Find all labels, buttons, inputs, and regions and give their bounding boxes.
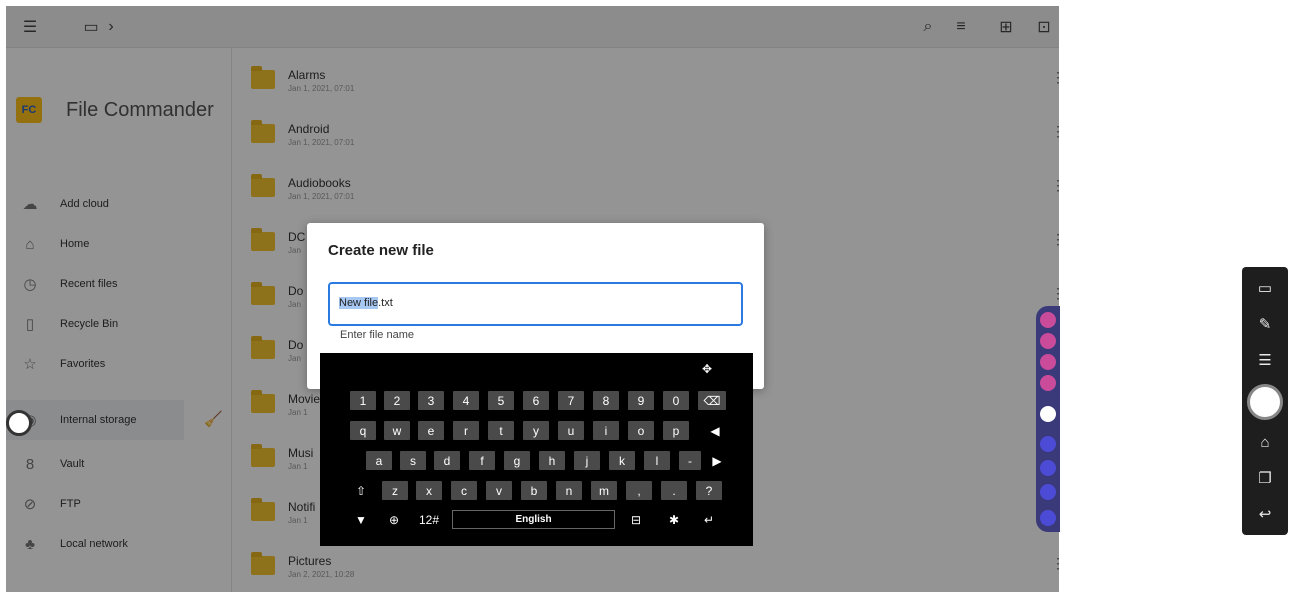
key[interactable]: i — [593, 421, 619, 440]
file-commander-window: ☰ ▭ › ⌕ ≡ ⊞ ⊡ FC File Commander ☁ Add cl… — [6, 6, 1059, 592]
key[interactable]: v — [486, 481, 512, 500]
key[interactable]: . — [661, 481, 687, 500]
key[interactable]: d — [434, 451, 460, 470]
key[interactable]: l — [644, 451, 670, 470]
windows-icon[interactable] — [1040, 484, 1056, 500]
key[interactable]: 5 — [488, 391, 514, 410]
key[interactable]: x — [416, 481, 442, 500]
back-icon[interactable]: ↩ — [1242, 499, 1288, 529]
key[interactable]: ? — [696, 481, 722, 500]
key[interactable]: o — [628, 421, 654, 440]
key[interactable]: p — [663, 421, 689, 440]
key[interactable]: w — [384, 421, 410, 440]
key[interactable]: u — [558, 421, 584, 440]
move-keyboard-icon[interactable]: ✥ — [696, 359, 718, 378]
key[interactable]: 0 — [663, 391, 689, 410]
key[interactable]: , — [626, 481, 652, 500]
key[interactable]: a — [366, 451, 392, 470]
enter-key[interactable]: ↵ — [696, 510, 722, 529]
key[interactable]: r — [453, 421, 479, 440]
key[interactable]: 8 — [593, 391, 619, 410]
file-name-input[interactable]: New file.txt — [328, 282, 743, 326]
globe-key[interactable]: ⊕ — [383, 510, 405, 529]
key[interactable]: e — [418, 421, 444, 440]
space-bar[interactable]: English — [452, 510, 615, 529]
shift-key[interactable]: ⇧ — [348, 481, 374, 500]
edge-toolbar — [1036, 306, 1060, 532]
key[interactable]: 1 — [350, 391, 376, 410]
key[interactable]: h — [539, 451, 565, 470]
key[interactable]: q — [350, 421, 376, 440]
apps-icon[interactable] — [1040, 436, 1056, 452]
screen-share-icon[interactable]: ▭ — [1242, 273, 1288, 303]
settings-key[interactable]: ✱ — [663, 510, 685, 529]
dialog-title: Create new file — [328, 242, 434, 259]
key[interactable]: t — [488, 421, 514, 440]
annotate-icon[interactable]: ✎ — [1242, 309, 1288, 339]
key[interactable]: 9 — [628, 391, 654, 410]
on-screen-keyboard: ✥ 1 2 3 4 5 6 7 8 9 0 ⌫ q w e r t y u i … — [320, 353, 753, 546]
input-hint: Enter file name — [340, 329, 414, 341]
home-icon[interactable]: ⌂ — [1242, 427, 1288, 457]
key[interactable]: y — [523, 421, 549, 440]
key[interactable]: m — [591, 481, 617, 500]
key[interactable]: 4 — [453, 391, 479, 410]
exit-icon[interactable] — [1040, 460, 1056, 476]
comment-icon[interactable] — [1040, 375, 1056, 391]
back-icon[interactable] — [1040, 510, 1056, 526]
key[interactable]: j — [574, 451, 600, 470]
record-icon[interactable] — [1040, 406, 1056, 422]
hide-keyboard-key[interactable]: ▼ — [350, 510, 372, 529]
home-icon[interactable] — [1040, 333, 1056, 349]
key[interactable]: s — [400, 451, 426, 470]
annotate-icon[interactable] — [1040, 354, 1056, 370]
selected-text: New file — [339, 297, 379, 309]
home-button[interactable] — [1247, 384, 1283, 420]
key[interactable]: k — [609, 451, 635, 470]
key[interactable]: c — [451, 481, 477, 500]
comment-icon[interactable]: ☰ — [1242, 345, 1288, 375]
screen-share-icon[interactable] — [1040, 312, 1056, 328]
cursor-left-key[interactable]: ◀ — [706, 421, 724, 440]
expand-keyboard-key[interactable]: ⊟ — [625, 510, 647, 529]
input-extension: .txt — [378, 297, 393, 309]
key[interactable]: 7 — [558, 391, 584, 410]
windows-icon[interactable]: ❐ — [1242, 463, 1288, 493]
symbols-key[interactable]: 12# — [414, 510, 444, 529]
floating-assistive-button[interactable] — [6, 410, 32, 436]
key[interactable]: g — [504, 451, 530, 470]
key[interactable]: f — [469, 451, 495, 470]
cursor-right-key[interactable]: ▶ — [708, 451, 726, 470]
key[interactable]: n — [556, 481, 582, 500]
backspace-key[interactable]: ⌫ — [698, 391, 726, 410]
key[interactable]: 6 — [523, 391, 549, 410]
system-side-panel: ▭ ✎ ☰ ⌂ ❐ ↩ — [1242, 267, 1288, 535]
key[interactable]: 3 — [418, 391, 444, 410]
key[interactable]: - — [679, 451, 701, 470]
key[interactable]: 2 — [384, 391, 410, 410]
key[interactable]: z — [382, 481, 408, 500]
key[interactable]: b — [521, 481, 547, 500]
